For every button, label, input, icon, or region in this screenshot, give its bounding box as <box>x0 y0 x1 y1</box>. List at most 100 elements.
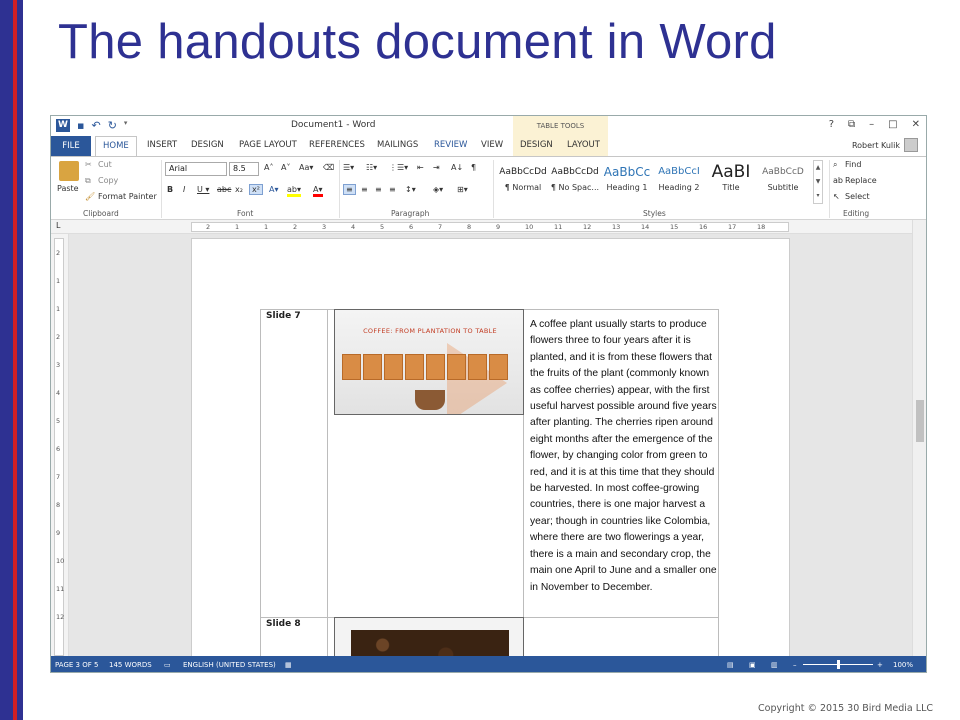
zoom-slider-thumb[interactable] <box>837 660 840 669</box>
scrollbar-thumb[interactable] <box>916 400 924 442</box>
align-center-icon[interactable]: ≡ <box>361 185 368 194</box>
cut-button[interactable]: Cut <box>98 160 112 169</box>
copy-button[interactable]: Copy <box>98 176 118 185</box>
find-icon[interactable]: ⌕ <box>833 160 837 170</box>
text-effects-icon[interactable]: A▾ <box>269 185 279 194</box>
replace-icon[interactable]: ab <box>833 176 843 185</box>
language-status[interactable]: ENGLISH (UNITED STATES) <box>183 661 276 669</box>
slide-7-thumbnail[interactable]: COFFEE: FROM PLANTATION TO TABLE <box>334 309 524 415</box>
ribbon-display-icon[interactable]: ⧉ <box>848 119 855 130</box>
line-spacing-icon[interactable]: ↕▾ <box>405 185 416 194</box>
decrease-indent-icon[interactable]: ⇤ <box>417 163 424 172</box>
close-icon[interactable]: ✕ <box>912 119 920 130</box>
italic-icon[interactable]: I <box>183 185 185 194</box>
align-right-icon[interactable]: ≡ <box>375 185 382 194</box>
tab-file[interactable]: FILE <box>51 136 91 156</box>
proofing-icon[interactable]: ▭ <box>164 661 171 669</box>
tab-table-layout[interactable]: LAYOUT <box>567 140 600 150</box>
tab-design[interactable]: DESIGN <box>191 140 224 150</box>
shrink-font-icon[interactable]: A˅ <box>281 163 290 172</box>
tab-table-design[interactable]: DESIGN <box>520 140 553 150</box>
vertical-scrollbar[interactable] <box>912 220 926 656</box>
ribbon-tabs: FILE HOME INSERT DESIGN PAGE LAYOUT REFE… <box>51 136 926 156</box>
paste-button[interactable]: Paste <box>57 184 79 193</box>
document-page[interactable]: Slide 7 COFFEE: FROM PLANTATION TO TABLE… <box>191 238 790 672</box>
vertical-ruler-strip[interactable]: 2 1 1 2 3 4 5 6 7 8 9 10 11 12 <box>54 238 64 656</box>
tab-view[interactable]: VIEW <box>481 140 503 150</box>
maximize-icon[interactable]: □ <box>888 119 897 130</box>
bold-icon[interactable]: B <box>167 185 173 194</box>
style-title[interactable]: AaBI Title <box>705 161 757 201</box>
redo-icon[interactable]: ↻ <box>108 119 117 132</box>
tab-selector-icon[interactable]: L <box>56 221 60 230</box>
font-size-select[interactable]: 8.5 <box>229 162 259 176</box>
font-color-icon[interactable]: A▾ <box>313 185 323 197</box>
style-name: Subtitle <box>767 183 799 192</box>
select-icon[interactable]: ↖ <box>833 192 840 201</box>
page-count[interactable]: PAGE 3 OF 5 <box>55 661 98 669</box>
styles-gallery-scroll[interactable]: ▲ ▼ ▾ <box>813 160 823 204</box>
select-button[interactable]: Select <box>845 192 870 201</box>
underline-icon[interactable]: U ▾ <box>197 185 209 194</box>
numbering-icon[interactable]: ☷▾ <box>366 163 377 172</box>
minimize-icon[interactable]: – <box>869 119 874 130</box>
user-account[interactable]: Robert Kulik <box>852 138 918 152</box>
style-normal[interactable]: AaBbCcDd ¶ Normal <box>497 161 549 201</box>
tab-mailings[interactable]: MAILINGS <box>377 140 418 150</box>
word-count[interactable]: 145 WORDS <box>109 661 152 669</box>
highlight-icon[interactable]: ab▾ <box>287 185 301 197</box>
change-case-icon[interactable]: Aa▾ <box>299 163 313 172</box>
style-heading-1[interactable]: AaBbCc Heading 1 <box>601 161 653 201</box>
tab-references[interactable]: REFERENCES <box>309 140 365 150</box>
sort-icon[interactable]: A↓ <box>451 163 463 172</box>
increase-indent-icon[interactable]: ⇥ <box>433 163 440 172</box>
borders-icon[interactable]: ⊞▾ <box>457 185 468 194</box>
align-left-icon[interactable]: ≡ <box>343 184 356 195</box>
clear-formatting-icon[interactable]: ⌫ <box>323 163 334 172</box>
paste-icon[interactable] <box>59 161 79 181</box>
slide-7-notes[interactable]: A coffee plant usually starts to produce… <box>530 317 718 596</box>
zoom-level[interactable]: 100% <box>893 661 913 669</box>
subscript-icon[interactable]: x₂ <box>235 185 243 194</box>
undo-icon[interactable]: ↶ <box>91 119 100 132</box>
replace-button[interactable]: Replace <box>845 176 877 185</box>
tab-review[interactable]: REVIEW <box>434 140 467 150</box>
superscript-icon[interactable]: x² <box>249 184 263 195</box>
zoom-in-icon[interactable]: + <box>877 661 883 669</box>
tab-page-layout[interactable]: PAGE LAYOUT <box>239 140 297 150</box>
shading-icon[interactable]: ◈▾ <box>433 185 443 194</box>
style-subtitle[interactable]: AaBbCcD Subtitle <box>757 161 809 201</box>
copy-icon[interactable]: ⧉ <box>85 176 91 186</box>
style-no-spacing[interactable]: AaBbCcDd ¶ No Spac... <box>549 161 601 201</box>
grow-font-icon[interactable]: A˄ <box>264 163 273 172</box>
horizontal-ruler[interactable]: 2 1 1 2 3 4 5 6 7 8 9 10 11 12 13 14 15 16 17 18 <box>191 222 789 232</box>
find-button[interactable]: Find <box>845 160 861 169</box>
save-icon[interactable]: ▪ <box>77 119 84 132</box>
style-heading-2[interactable]: AaBbCcI Heading 2 <box>653 161 705 201</box>
copyright: Copyright © 2015 30 Bird Media LLC <box>758 703 933 714</box>
vruler-number: 11 <box>56 585 65 593</box>
format-painter-button[interactable]: Format Painter <box>98 192 157 201</box>
tab-home[interactable]: HOME <box>95 136 137 156</box>
font-family-select[interactable]: Arial <box>165 162 227 176</box>
customize-toolbar-icon[interactable]: ▾ <box>124 119 128 132</box>
macro-icon[interactable]: ▦ <box>285 661 292 669</box>
ruler-number: 6 <box>409 223 414 231</box>
read-mode-icon[interactable]: ▤ <box>727 661 734 669</box>
tab-insert[interactable]: INSERT <box>147 140 177 150</box>
web-layout-icon[interactable]: ▥ <box>771 661 778 669</box>
paragraph-group-label: Paragraph <box>391 209 430 218</box>
bullets-icon[interactable]: ☰▾ <box>343 163 354 172</box>
justify-icon[interactable]: ≡ <box>389 185 396 194</box>
window-controls: ? ⧉ – □ ✕ <box>829 119 920 130</box>
ruler-number: 1 <box>235 223 240 231</box>
print-layout-icon[interactable]: ▣ <box>749 661 756 669</box>
cut-icon[interactable]: ✂ <box>85 160 92 169</box>
multilevel-list-icon[interactable]: ⋮☰▾ <box>389 163 408 172</box>
strikethrough-icon[interactable]: abc <box>217 185 231 194</box>
zoom-out-icon[interactable]: – <box>793 661 797 669</box>
show-marks-icon[interactable]: ¶ <box>471 163 476 172</box>
format-painter-icon[interactable]: 🖌 <box>85 192 95 201</box>
help-icon[interactable]: ? <box>829 119 834 130</box>
ruler-number: 1 <box>264 223 269 231</box>
